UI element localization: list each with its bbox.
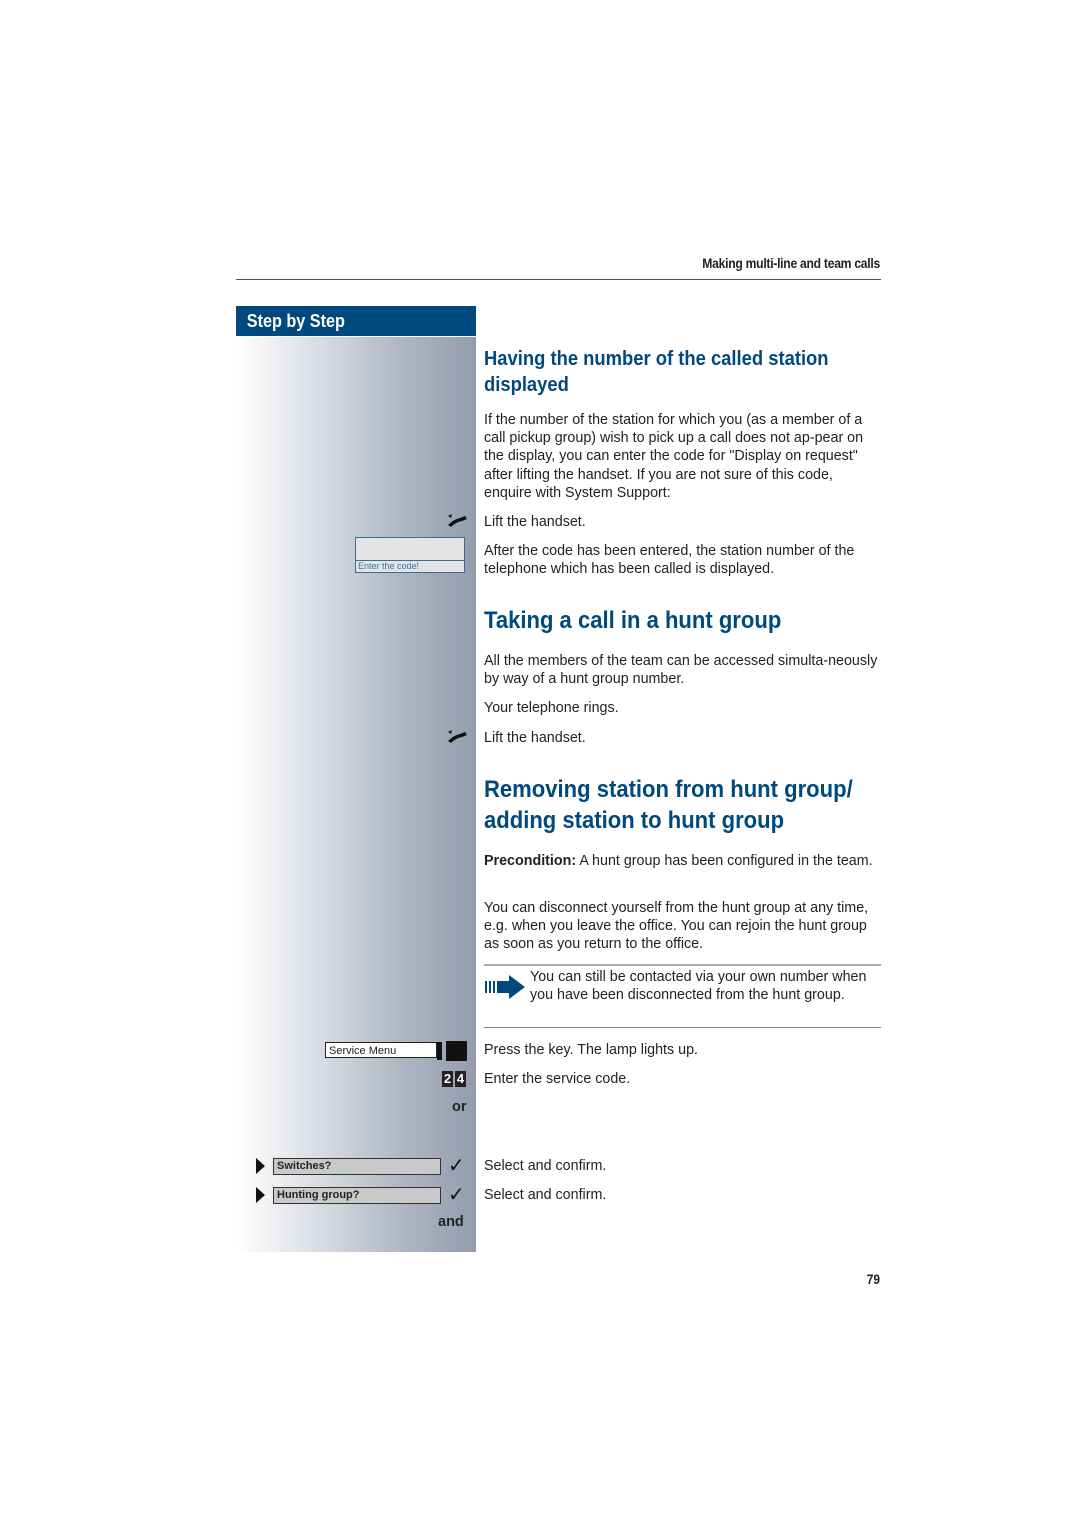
- or-label: or: [452, 1099, 467, 1115]
- handset-lift-icon: [448, 730, 467, 743]
- precondition: Precondition: A hunt group has been conf…: [484, 852, 880, 870]
- service-menu-display: Service Menu: [325, 1042, 437, 1058]
- remove-add-body: You can disconnect yourself from the hun…: [484, 900, 869, 953]
- section-title-display-number: Having the number of the called station …: [484, 348, 829, 396]
- step-telephone-rings: Your telephone rings.: [484, 700, 619, 716]
- note-text: You can still be contacted via your own …: [530, 969, 867, 1004]
- note-top-rule: [484, 964, 881, 966]
- step-lift-handset-1: Lift the handset.: [484, 514, 586, 530]
- note-arrow-icon: [485, 975, 525, 999]
- and-label: and: [438, 1214, 464, 1230]
- step-by-step-label: Step by Step: [246, 311, 345, 331]
- menu-item-switches[interactable]: Switches?: [273, 1158, 441, 1175]
- step-by-step-heading: Step by Step: [236, 306, 476, 336]
- menu-item-hunting-group[interactable]: Hunting group?: [273, 1187, 441, 1204]
- step-press-key: Press the key. The lamp lights up.: [484, 1042, 699, 1058]
- section-title-hunt-group-call: Taking a call in a hunt group: [484, 607, 782, 634]
- display-number-result: After the code has been entered, the sta…: [484, 543, 855, 578]
- precondition-text: A hunt group has been configured in the …: [576, 853, 873, 869]
- right-triangle-icon: [256, 1158, 265, 1174]
- note-bottom-rule: [484, 1027, 881, 1028]
- hunt-group-call-intro: All the members of the team can be acces…: [484, 653, 878, 688]
- digit-key-2[interactable]: 2: [442, 1071, 453, 1087]
- handset-lift-icon: [448, 514, 467, 527]
- service-menu-display-edge: [437, 1042, 442, 1060]
- step-select-confirm-2: Select and confirm.: [484, 1187, 607, 1203]
- checkmark-icon[interactable]: ✓: [448, 1185, 465, 1205]
- step-select-confirm-1: Select and confirm.: [484, 1158, 607, 1174]
- page-number: 79: [866, 1271, 880, 1287]
- right-triangle-icon: [256, 1187, 265, 1203]
- display-number-intro: If the number of the station for which y…: [484, 412, 864, 501]
- section-title-remove-add-line2: adding station to hunt group: [484, 807, 785, 834]
- header-rule: [236, 279, 881, 280]
- section-title-remove-add-line1: Removing station from hunt group/: [484, 776, 853, 803]
- display-text: Enter the code!: [356, 560, 464, 572]
- phone-display: Enter the code!: [355, 537, 465, 573]
- precondition-label: Precondition:: [484, 853, 577, 869]
- step-lift-handset-2: Lift the handset.: [484, 730, 586, 746]
- step-enter-code: Enter the service code.: [484, 1071, 631, 1087]
- checkmark-icon[interactable]: ✓: [448, 1156, 465, 1176]
- service-menu-key[interactable]: [446, 1041, 467, 1061]
- step-sidebar: [236, 337, 476, 1252]
- digit-key-4[interactable]: 4: [455, 1071, 466, 1087]
- running-header: Making multi-line and team calls: [702, 256, 880, 271]
